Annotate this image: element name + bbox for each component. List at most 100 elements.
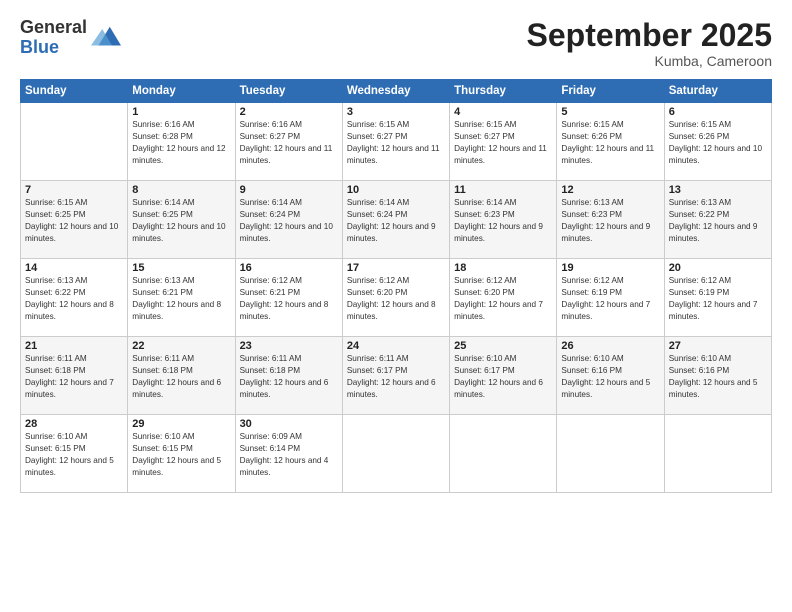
day-cell: 20Sunrise: 6:12 AMSunset: 6:19 PMDayligh… [664,259,771,337]
day-info: Sunrise: 6:15 AMSunset: 6:26 PMDaylight:… [669,120,762,165]
day-cell: 14 Sunrise: 6:13 AMSunset: 6:22 PMDayligh… [21,259,128,337]
day-info: Sunrise: 6:10 AMSunset: 6:15 PMDaylight:… [132,432,221,477]
day-number: 5 [561,106,659,118]
day-cell [664,415,771,493]
day-cell [342,415,449,493]
logo-blue: Blue [20,38,87,58]
day-number: 11 [454,184,552,196]
day-info: Sunrise: 6:14 AMSunset: 6:24 PMDaylight:… [240,198,333,243]
day-info: Sunrise: 6:10 AMSunset: 6:16 PMDaylight:… [561,354,650,399]
day-cell: 26Sunrise: 6:10 AMSunset: 6:16 PMDayligh… [557,337,664,415]
day-number: 18 [454,262,552,274]
day-number: 22 [132,340,230,352]
day-cell: 3Sunrise: 6:15 AMSunset: 6:27 PMDaylight… [342,103,449,181]
day-info: Sunrise: 6:11 AMSunset: 6:18 PMDaylight:… [25,354,114,399]
month-title: September 2025 [527,18,772,53]
day-number: 24 [347,340,445,352]
day-info: Sunrise: 6:12 AMSunset: 6:20 PMDaylight:… [347,276,436,321]
day-info: Sunrise: 6:13 AMSunset: 6:22 PMDaylight:… [25,276,114,321]
week-row-3: 14 Sunrise: 6:13 AMSunset: 6:22 PMDayligh… [21,259,772,337]
day-info: Sunrise: 6:15 AMSunset: 6:25 PMDaylight:… [25,198,118,243]
day-cell: 15Sunrise: 6:13 AMSunset: 6:21 PMDayligh… [128,259,235,337]
day-number: 14 [25,262,123,274]
day-cell: 10 Sunrise: 6:14 AMSunset: 6:24 PMDayligh… [342,181,449,259]
day-info: Sunrise: 6:13 AMSunset: 6:23 PMDaylight:… [561,198,650,243]
day-info: Sunrise: 6:12 AMSunset: 6:21 PMDaylight:… [240,276,329,321]
subtitle: Kumba, Cameroon [527,53,772,69]
day-info: Sunrise: 6:16 AMSunset: 6:28 PMDaylight:… [132,120,225,165]
day-cell: 17 Sunrise: 6:12 AMSunset: 6:20 PMDayligh… [342,259,449,337]
day-cell: 7Sunrise: 6:15 AMSunset: 6:25 PMDaylight… [21,181,128,259]
day-cell: 8 Sunrise: 6:14 AMSunset: 6:25 PMDaylight… [128,181,235,259]
day-cell: 12Sunrise: 6:13 AMSunset: 6:23 PMDayligh… [557,181,664,259]
day-number: 4 [454,106,552,118]
day-cell: 21 Sunrise: 6:11 AMSunset: 6:18 PMDayligh… [21,337,128,415]
day-info: Sunrise: 6:14 AMSunset: 6:24 PMDaylight:… [347,198,436,243]
day-number: 21 [25,340,123,352]
day-number: 17 [347,262,445,274]
day-info: Sunrise: 6:14 AMSunset: 6:25 PMDaylight:… [132,198,225,243]
day-number: 20 [669,262,767,274]
col-thursday: Thursday [450,80,557,103]
col-tuesday: Tuesday [235,80,342,103]
day-cell: 18 Sunrise: 6:12 AMSunset: 6:20 PMDayligh… [450,259,557,337]
week-row-5: 28 Sunrise: 6:10 AMSunset: 6:15 PMDayligh… [21,415,772,493]
day-number: 30 [240,418,338,430]
day-info: Sunrise: 6:14 AMSunset: 6:23 PMDaylight:… [454,198,543,243]
day-cell: 4 Sunrise: 6:15 AMSunset: 6:27 PMDaylight… [450,103,557,181]
day-cell: 19 Sunrise: 6:12 AMSunset: 6:19 PMDayligh… [557,259,664,337]
day-number: 9 [240,184,338,196]
day-number: 28 [25,418,123,430]
col-friday: Friday [557,80,664,103]
day-cell: 28 Sunrise: 6:10 AMSunset: 6:15 PMDayligh… [21,415,128,493]
logo-text: General Blue [20,18,87,58]
day-info: Sunrise: 6:10 AMSunset: 6:17 PMDaylight:… [454,354,543,399]
day-info: Sunrise: 6:11 AMSunset: 6:17 PMDaylight:… [347,354,436,399]
logo-general: General [20,18,87,38]
day-info: Sunrise: 6:16 AMSunset: 6:27 PMDaylight:… [240,120,333,165]
day-number: 16 [240,262,338,274]
day-cell: 6 Sunrise: 6:15 AMSunset: 6:26 PMDaylight… [664,103,771,181]
day-info: Sunrise: 6:11 AMSunset: 6:18 PMDaylight:… [240,354,329,399]
day-info: Sunrise: 6:12 AMSunset: 6:19 PMDaylight:… [561,276,650,321]
week-row-1: 1 Sunrise: 6:16 AMSunset: 6:28 PMDaylight… [21,103,772,181]
title-block: September 2025 Kumba, Cameroon [527,18,772,69]
day-info: Sunrise: 6:15 AMSunset: 6:27 PMDaylight:… [454,120,547,165]
day-number: 10 [347,184,445,196]
col-sunday: Sunday [21,80,128,103]
day-info: Sunrise: 6:09 AMSunset: 6:14 PMDaylight:… [240,432,329,477]
day-cell: 2Sunrise: 6:16 AMSunset: 6:27 PMDaylight… [235,103,342,181]
day-cell: 23 Sunrise: 6:11 AMSunset: 6:18 PMDayligh… [235,337,342,415]
day-number: 13 [669,184,767,196]
day-number: 3 [347,106,445,118]
day-cell: 11 Sunrise: 6:14 AMSunset: 6:23 PMDayligh… [450,181,557,259]
day-info: Sunrise: 6:11 AMSunset: 6:18 PMDaylight:… [132,354,221,399]
day-cell: 22 Sunrise: 6:11 AMSunset: 6:18 PMDayligh… [128,337,235,415]
day-number: 23 [240,340,338,352]
day-cell: 25 Sunrise: 6:10 AMSunset: 6:17 PMDayligh… [450,337,557,415]
day-cell: 27Sunrise: 6:10 AMSunset: 6:16 PMDayligh… [664,337,771,415]
header: General Blue September 2025 Kumba, Camer… [20,18,772,69]
day-number: 19 [561,262,659,274]
header-row: Sunday Monday Tuesday Wednesday Thursday… [21,80,772,103]
calendar-table: Sunday Monday Tuesday Wednesday Thursday… [20,79,772,493]
day-info: Sunrise: 6:10 AMSunset: 6:15 PMDaylight:… [25,432,114,477]
day-number: 6 [669,106,767,118]
day-cell: 9 Sunrise: 6:14 AMSunset: 6:24 PMDaylight… [235,181,342,259]
logo: General Blue [20,18,121,58]
day-number: 8 [132,184,230,196]
col-saturday: Saturday [664,80,771,103]
col-monday: Monday [128,80,235,103]
day-cell [450,415,557,493]
day-number: 15 [132,262,230,274]
day-number: 25 [454,340,552,352]
day-cell: 30 Sunrise: 6:09 AMSunset: 6:14 PMDayligh… [235,415,342,493]
day-number: 29 [132,418,230,430]
day-info: Sunrise: 6:12 AMSunset: 6:20 PMDaylight:… [454,276,543,321]
col-wednesday: Wednesday [342,80,449,103]
day-info: Sunrise: 6:13 AMSunset: 6:22 PMDaylight:… [669,198,758,243]
day-number: 1 [132,106,230,118]
day-cell [21,103,128,181]
day-cell: 1 Sunrise: 6:16 AMSunset: 6:28 PMDaylight… [128,103,235,181]
week-row-2: 7Sunrise: 6:15 AMSunset: 6:25 PMDaylight… [21,181,772,259]
